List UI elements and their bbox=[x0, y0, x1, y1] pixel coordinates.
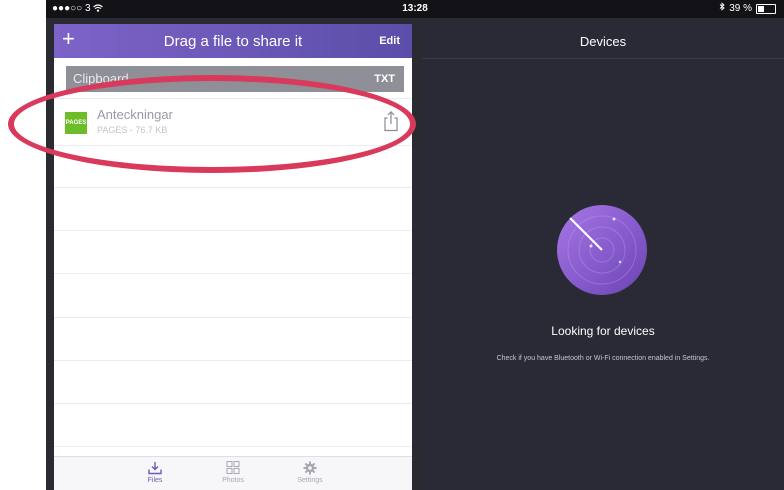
clipboard-row[interactable]: Clipboard TXT bbox=[66, 66, 404, 92]
radar-icon bbox=[554, 202, 650, 303]
file-meta: PAGES - 76.7 KB bbox=[97, 125, 168, 135]
files-title: Drag a file to share it bbox=[163, 33, 303, 50]
status-time: 13:28 bbox=[402, 3, 428, 14]
files-panel: + Drag a file to share it Edit Clipboard… bbox=[54, 24, 412, 490]
row-divider bbox=[54, 360, 412, 361]
tab-photos[interactable]: Photos bbox=[203, 459, 263, 484]
tab-files-label: Files bbox=[147, 477, 163, 484]
files-header: + Drag a file to share it Edit bbox=[54, 24, 412, 58]
devices-title: Devices bbox=[579, 34, 627, 49]
battery-percent: 39 % bbox=[729, 3, 752, 14]
pages-file-icon: PAGES bbox=[65, 112, 87, 134]
row-divider bbox=[54, 273, 412, 274]
grid-icon bbox=[203, 461, 263, 475]
tab-photos-label: Photos bbox=[222, 477, 244, 484]
file-row[interactable]: PAGES Anteckningar PAGES - 76.7 KB bbox=[54, 98, 412, 146]
header-divider bbox=[422, 58, 784, 59]
row-divider bbox=[54, 230, 412, 231]
row-divider bbox=[54, 187, 412, 188]
clipboard-type-badge: TXT bbox=[374, 73, 395, 85]
bluetooth-icon bbox=[719, 0, 725, 18]
clipboard-label: Clipboard bbox=[73, 71, 129, 86]
share-icon[interactable] bbox=[382, 110, 400, 132]
row-divider bbox=[54, 403, 412, 404]
ipad-screen: ●●●○○ 3 13:28 39 % + Drag a file to shar… bbox=[46, 0, 784, 490]
tab-settings[interactable]: Settings bbox=[280, 459, 340, 484]
edit-button[interactable]: Edit bbox=[379, 35, 400, 47]
status-right: 39 % bbox=[719, 0, 776, 18]
row-divider bbox=[54, 317, 412, 318]
tab-files[interactable]: Files bbox=[125, 459, 185, 484]
row-divider bbox=[54, 446, 412, 447]
connection-hint-text: Check if you have Bluetooth or Wi-Fi con… bbox=[496, 355, 710, 362]
battery-fill bbox=[758, 6, 764, 12]
looking-for-devices-text: Looking for devices bbox=[551, 324, 655, 338]
tab-bar: Files Photos Settings bbox=[54, 456, 412, 490]
file-name: Anteckningar bbox=[97, 107, 173, 122]
gear-icon bbox=[280, 461, 340, 475]
devices-panel: Devices Looking for devices Check if you… bbox=[422, 24, 784, 490]
status-bar: ●●●○○ 3 13:28 39 % bbox=[46, 0, 784, 18]
tab-settings-label: Settings bbox=[297, 477, 323, 484]
battery-icon bbox=[756, 4, 776, 14]
download-tray-icon bbox=[125, 461, 185, 475]
